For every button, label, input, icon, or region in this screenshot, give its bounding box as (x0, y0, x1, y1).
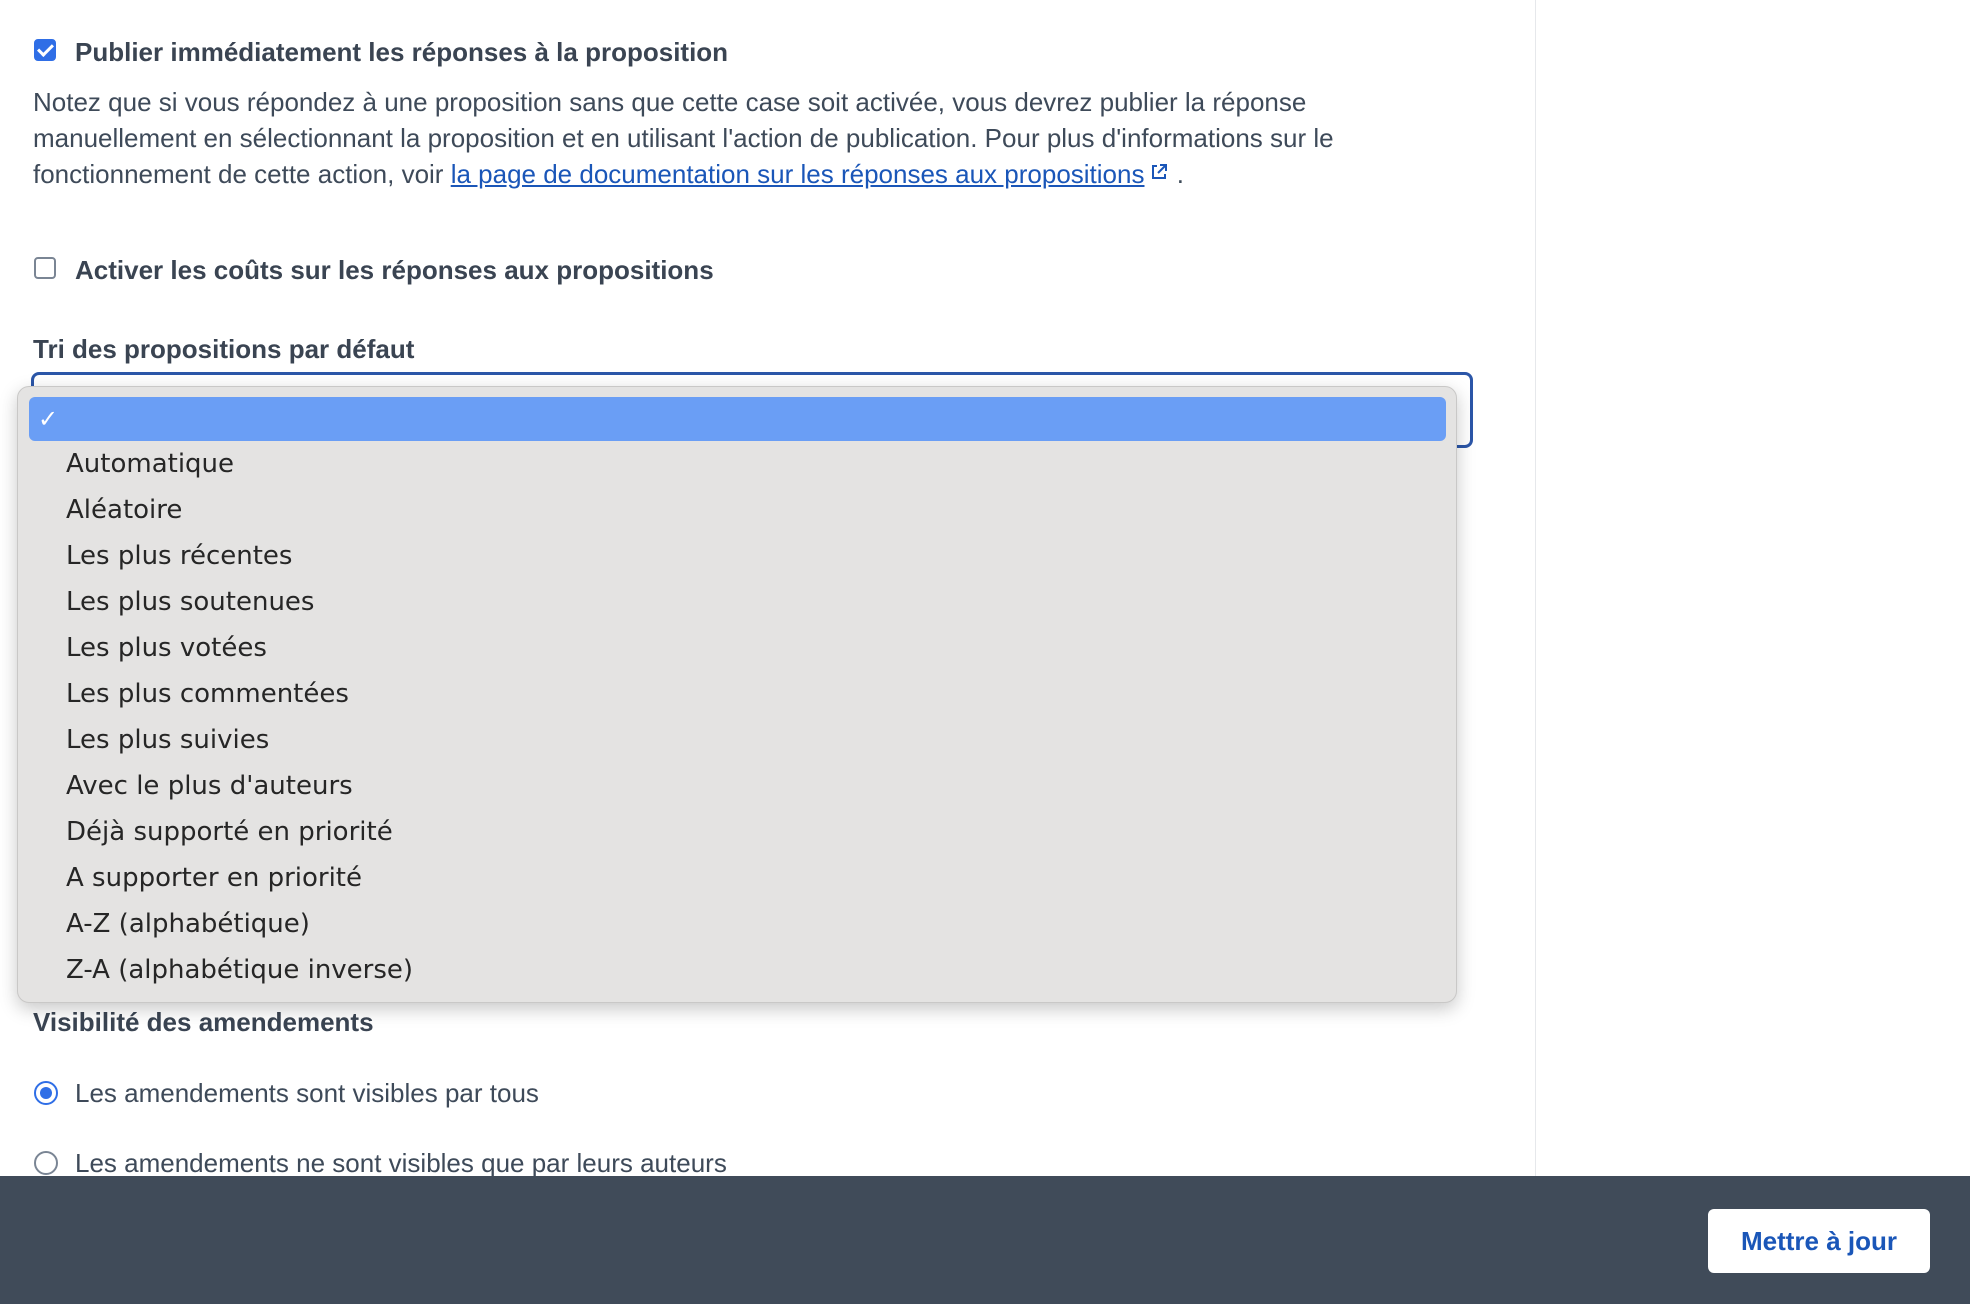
sort-option-deja-supporte[interactable]: Déjà supporté en priorité (29, 810, 1446, 854)
external-link-icon (1152, 164, 1168, 179)
publish-responses-checkbox[interactable] (34, 39, 56, 61)
enable-costs-checkbox[interactable] (34, 257, 56, 279)
sort-option-za[interactable]: Z-A (alphabétique inverse) (29, 948, 1446, 992)
default-sort-label: Tri des propositions par défaut (33, 334, 415, 364)
help-text-suffix: . (1169, 159, 1184, 189)
sort-option-votees[interactable]: Les plus votées (29, 626, 1446, 670)
sort-option-empty[interactable]: ✓ (29, 397, 1446, 441)
sort-option-az[interactable]: A-Z (alphabétique) (29, 902, 1446, 946)
publish-responses-label[interactable]: Publier immédiatement les réponses à la … (75, 37, 728, 68)
sort-option-a-supporter[interactable]: A supporter en priorité (29, 856, 1446, 900)
documentation-link[interactable]: la page de documentation sur les réponse… (451, 159, 1145, 189)
sort-option-recentes[interactable]: Les plus récentes (29, 534, 1446, 578)
update-button[interactable]: Mettre à jour (1708, 1209, 1930, 1273)
publish-responses-help: Notez que si vous répondez à une proposi… (33, 84, 1433, 192)
sort-option-aleatoire[interactable]: Aléatoire (29, 488, 1446, 532)
amendments-visible-all-label[interactable]: Les amendements sont visibles par tous (75, 1078, 539, 1109)
sort-option-commentees[interactable]: Les plus commentées (29, 672, 1446, 716)
enable-costs-label[interactable]: Activer les coûts sur les réponses aux p… (75, 255, 714, 286)
sort-option-plus-auteurs[interactable]: Avec le plus d'auteurs (29, 764, 1446, 808)
amendments-authors-only-label[interactable]: Les amendements ne sont visibles que par… (75, 1148, 727, 1176)
amendments-visibility-label: Visibilité des amendements (33, 1007, 374, 1037)
footer-bar (0, 1176, 1970, 1304)
sort-option-automatique[interactable]: Automatique (29, 442, 1446, 486)
sort-option-soutenues[interactable]: Les plus soutenues (29, 580, 1446, 624)
sort-option-suivies[interactable]: Les plus suivies (29, 718, 1446, 762)
checkmark-icon: ✓ (38, 405, 59, 433)
amendments-visible-all-radio[interactable] (34, 1081, 58, 1105)
amendments-authors-only-radio[interactable] (34, 1151, 58, 1175)
default-sort-dropdown-list: ✓ Automatique Aléatoire Les plus récente… (17, 386, 1457, 1003)
